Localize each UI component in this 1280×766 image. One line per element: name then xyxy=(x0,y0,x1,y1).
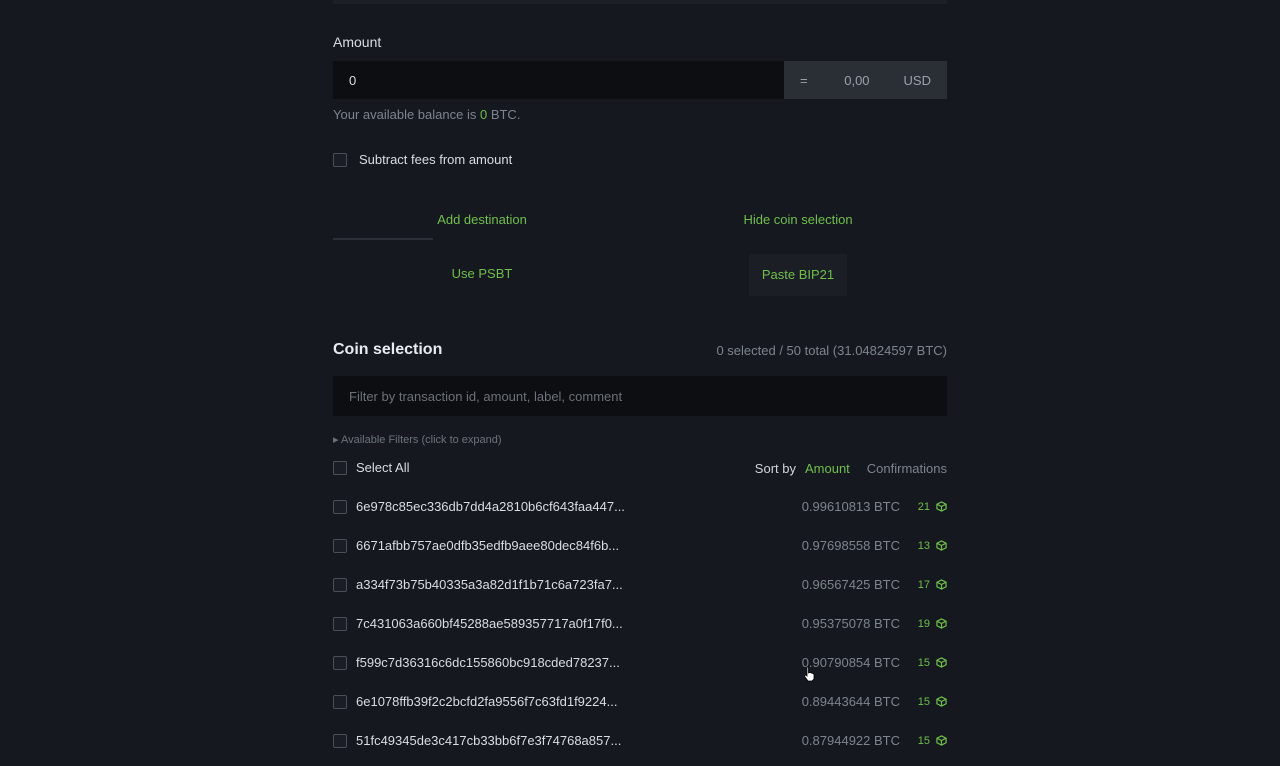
coin-checkbox[interactable] xyxy=(333,655,347,670)
cube-icon xyxy=(936,618,947,629)
subtract-fees-option[interactable]: Subtract fees from amount xyxy=(333,152,512,167)
coin-checkbox[interactable] xyxy=(333,694,347,709)
fiat-value: 0,00 xyxy=(844,72,870,88)
cube-icon xyxy=(936,579,947,590)
coin-txid: f599c7d36316c6dc155860bc918cded78237... xyxy=(356,655,620,670)
coin-row[interactable]: 6e978c85ec336db7dd4a2810b6cf643faa447...… xyxy=(333,487,947,526)
amount-row: = 0,00 USD xyxy=(333,61,947,99)
coin-amount: 0.99610813 BTC xyxy=(801,499,900,514)
hand-cursor-icon xyxy=(803,666,815,682)
paste-bip21-button[interactable]: Paste BIP21 xyxy=(749,254,847,296)
select-all-option[interactable]: Select All xyxy=(333,460,409,475)
coin-amount: 0.95375078 BTC xyxy=(801,616,900,631)
coin-row[interactable]: f599c7d36316c6dc155860bc918cded78237... … xyxy=(333,643,947,682)
sort-by-amount[interactable]: Amount xyxy=(805,461,850,476)
coin-row[interactable]: 6671afbb757ae0dfb35edfb9aee80dec84f6b...… xyxy=(333,526,947,565)
subtract-fees-checkbox[interactable] xyxy=(333,152,347,167)
coin-txid: 51fc49345de3c417cb33bb6f7e3f74768a857... xyxy=(356,733,622,748)
cube-icon xyxy=(936,696,947,707)
balance-suffix: BTC. xyxy=(487,107,521,122)
coin-confirmations: 15 xyxy=(917,695,930,708)
top-divider xyxy=(333,0,947,4)
select-all-label: Select All xyxy=(356,460,410,475)
sort-label: Sort by xyxy=(754,461,796,476)
coin-checkbox[interactable] xyxy=(333,577,347,592)
available-filters-toggle[interactable]: ▸ Available Filters (click to expand) xyxy=(333,433,502,446)
coin-row[interactable]: 7c431063a660bf45288ae589357717a0f17f0...… xyxy=(333,604,947,643)
coin-checkbox[interactable] xyxy=(333,616,347,631)
hide-coin-selection-button[interactable]: Hide coin selection xyxy=(649,212,947,227)
select-all-checkbox[interactable] xyxy=(333,460,347,475)
coin-filter-input[interactable] xyxy=(333,376,947,416)
coin-txid: 6671afbb757ae0dfb35edfb9aee80dec84f6b... xyxy=(356,538,620,553)
available-balance: Your available balance is 0 BTC. xyxy=(333,107,520,122)
coin-checkbox[interactable] xyxy=(333,499,347,514)
cube-icon xyxy=(936,657,947,668)
coin-checkbox[interactable] xyxy=(333,538,347,553)
sort-controls: Sort by Amount Confirmations xyxy=(755,461,947,476)
coin-row[interactable]: 51fc49345de3c417cb33bb6f7e3f74768a857...… xyxy=(333,721,947,760)
sort-by-confirmations[interactable]: Confirmations xyxy=(867,461,947,476)
subtract-fees-label: Subtract fees from amount xyxy=(359,152,513,167)
use-psbt-button[interactable]: Use PSBT xyxy=(333,266,631,281)
add-destination-button[interactable]: Add destination xyxy=(333,212,631,227)
fiat-currency: USD xyxy=(903,72,931,88)
fiat-equals: = xyxy=(800,72,808,88)
coin-txid: 7c431063a660bf45288ae589357717a0f17f0... xyxy=(356,616,623,631)
coin-amount: 0.97698558 BTC xyxy=(801,538,900,553)
coin-amount: 0.87944922 BTC xyxy=(801,733,900,748)
coin-confirmations: 17 xyxy=(917,578,930,591)
balance-prefix: Your available balance is xyxy=(333,107,480,122)
coin-amount: 0.96567425 BTC xyxy=(801,577,900,592)
coin-amount: 0.90790854 BTC xyxy=(801,655,900,670)
coin-confirmations: 19 xyxy=(917,617,930,630)
cube-icon xyxy=(936,501,947,512)
coin-txid: 6e1078ffb39f2c2bcfd2fa9556f7c63fd1f9224.… xyxy=(356,694,618,709)
page: Amount = 0,00 USD Your available balance… xyxy=(0,0,1280,766)
add-destination-underline xyxy=(333,238,433,240)
coin-row[interactable]: 6e1078ffb39f2c2bcfd2fa9556f7c63fd1f9224.… xyxy=(333,682,947,721)
coin-txid: 6e978c85ec336db7dd4a2810b6cf643faa447... xyxy=(356,499,625,514)
coin-checkbox[interactable] xyxy=(333,733,347,748)
coin-txid: a334f73b75b40335a3a82d1f1b71c6a723fa7... xyxy=(356,577,623,592)
cube-icon xyxy=(936,735,947,746)
coin-selection-title: Coin selection xyxy=(333,341,443,358)
cube-icon xyxy=(936,540,947,551)
amount-label: Amount xyxy=(333,34,382,50)
coin-confirmations: 15 xyxy=(917,734,930,747)
coin-list: 6e978c85ec336db7dd4a2810b6cf643faa447...… xyxy=(333,487,947,760)
coin-amount: 0.89443644 BTC xyxy=(801,694,900,709)
coin-confirmations: 15 xyxy=(917,656,930,669)
amount-input[interactable] xyxy=(333,61,784,99)
coin-confirmations: 13 xyxy=(917,539,930,552)
coin-row[interactable]: a334f73b75b40335a3a82d1f1b71c6a723fa7...… xyxy=(333,565,947,604)
coin-confirmations: 21 xyxy=(917,500,930,513)
coin-selection-summary: 0 selected / 50 total (31.04824597 BTC) xyxy=(716,343,947,358)
fiat-box: = 0,00 USD xyxy=(784,61,947,99)
